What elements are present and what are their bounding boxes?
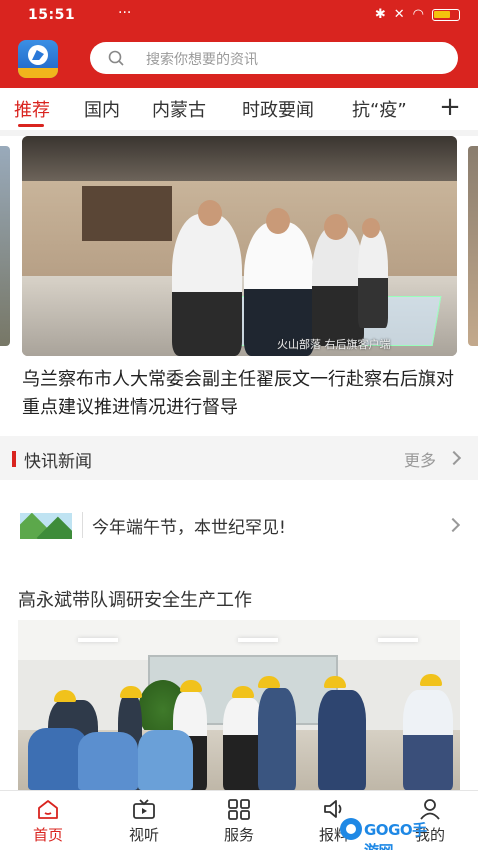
worker bbox=[138, 730, 193, 790]
search-input[interactable]: 搜索你想要的资讯 bbox=[90, 42, 458, 74]
status-bar: 15:51 ··· ✱ ✕ ◠ bbox=[0, 0, 478, 32]
hero-watermark: 火山部落 右后旗客户端 bbox=[277, 338, 391, 351]
status-time: 15:51 bbox=[28, 7, 76, 23]
flash-news-text[interactable]: 今年端午节，本世纪罕见! bbox=[92, 513, 286, 538]
tab-domestic[interactable]: 国内 bbox=[84, 96, 120, 122]
mountain-thumbnail-icon bbox=[20, 513, 72, 539]
more-link[interactable]: 更多 bbox=[404, 447, 436, 471]
helmet bbox=[258, 676, 280, 688]
worker bbox=[258, 688, 296, 790]
watermark-badge: GOGO手游网 bbox=[340, 816, 440, 850]
hero-person bbox=[172, 214, 242, 356]
watermark-text: GOGO手游网 bbox=[364, 821, 427, 850]
logo-band bbox=[18, 68, 58, 78]
search-icon bbox=[108, 50, 124, 66]
article-image[interactable] bbox=[18, 620, 460, 790]
tab-recommend[interactable]: 推荐 bbox=[14, 96, 50, 122]
article-title[interactable]: 高永斌带队调研安全生产工作 bbox=[18, 586, 252, 612]
helmet bbox=[120, 686, 142, 698]
worker bbox=[403, 690, 453, 790]
search-placeholder: 搜索你想要的资讯 bbox=[146, 52, 258, 68]
logo-figure-icon bbox=[28, 45, 48, 65]
hero-ceiling bbox=[22, 136, 457, 181]
hero-person bbox=[358, 228, 388, 328]
carousel-prev-card[interactable] bbox=[0, 146, 10, 346]
divider bbox=[82, 512, 83, 538]
worker bbox=[318, 690, 366, 790]
tab-inner-mongolia[interactable]: 内蒙古 bbox=[152, 96, 206, 122]
active-tab-indicator bbox=[18, 124, 44, 127]
gogo-logo-icon bbox=[340, 818, 362, 840]
status-icons: ✱ ✕ ◠ bbox=[375, 7, 460, 22]
channel-tabs: 推荐 国内 内蒙古 时政要闻 抗“疫” bbox=[0, 88, 478, 130]
ceiling-lamp bbox=[238, 638, 278, 642]
nav-home[interactable]: 首页 bbox=[8, 790, 88, 850]
ceiling-lamp bbox=[78, 638, 118, 642]
nav-label-home: 首页 bbox=[32, 826, 63, 844]
hero-person bbox=[312, 226, 364, 346]
carousel-next-card[interactable] bbox=[468, 146, 478, 346]
section-marker bbox=[12, 451, 16, 467]
hero-head bbox=[324, 214, 348, 240]
nav-label-services: 服务 bbox=[223, 826, 254, 844]
tv-icon bbox=[133, 799, 155, 819]
helmet bbox=[324, 676, 346, 688]
add-channel-button[interactable]: + bbox=[436, 92, 464, 122]
hero-head bbox=[362, 218, 380, 238]
helmet bbox=[420, 674, 442, 686]
mute-icon: ✕ bbox=[393, 7, 405, 22]
helmet bbox=[232, 686, 254, 698]
flash-news-title: 快讯新闻 bbox=[24, 452, 92, 472]
ceiling-lamp bbox=[378, 638, 418, 642]
app-logo[interactable] bbox=[18, 40, 58, 78]
tab-epidemic[interactable]: 抗“疫” bbox=[352, 96, 407, 122]
hero-image[interactable]: 火山部落 右后旗客户端 bbox=[22, 136, 457, 356]
grid-icon bbox=[228, 799, 250, 820]
worker bbox=[78, 732, 138, 790]
hero-headline[interactable]: 乌兰察布市人大常委会副主任翟辰文一行赴察右后旗对重点建议推进情况进行督导 bbox=[22, 366, 458, 422]
status-more-icon: ··· bbox=[118, 5, 132, 21]
helmet bbox=[54, 690, 76, 702]
battery-icon bbox=[432, 8, 460, 21]
hero-head bbox=[266, 208, 290, 234]
nav-label-video: 视听 bbox=[128, 826, 159, 844]
tab-fade bbox=[420, 88, 434, 130]
helmet bbox=[180, 680, 202, 692]
hero-panel bbox=[82, 186, 172, 241]
tab-politics[interactable]: 时政要闻 bbox=[242, 96, 314, 122]
nav-video[interactable]: 视听 bbox=[104, 790, 184, 850]
hero-head bbox=[198, 200, 222, 226]
worker bbox=[223, 698, 263, 790]
nav-services[interactable]: 服务 bbox=[199, 790, 279, 850]
bluetooth-icon: ✱ bbox=[374, 7, 386, 22]
home-icon bbox=[38, 800, 58, 819]
wifi-icon: ◠ bbox=[412, 7, 424, 22]
